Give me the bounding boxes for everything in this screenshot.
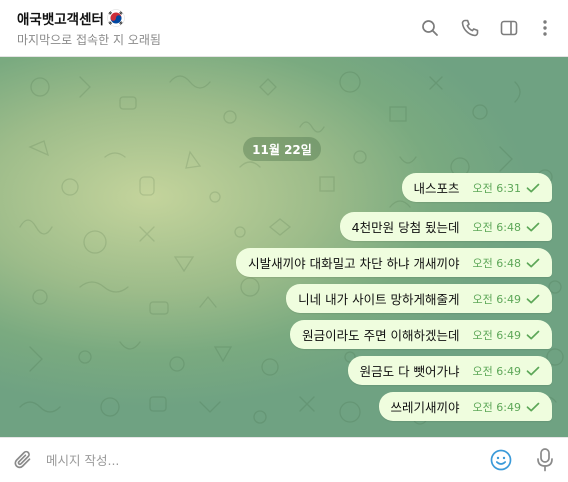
message-text: 내스포츠 <box>413 181 460 196</box>
sent-check-icon <box>526 294 540 303</box>
message-bubble[interactable]: 쓰레기새끼야 오전 6:49 <box>378 392 552 421</box>
message-meta: 오전 6:31 <box>473 180 540 196</box>
message-bubble[interactable]: 원금도 다 뺏어가냐 오전 6:49 <box>347 356 552 385</box>
sent-check-icon <box>526 183 540 192</box>
message-meta: 오전 6:49 <box>473 399 540 415</box>
message-time: 오전 6:49 <box>472 364 521 378</box>
south-korea-flag-icon <box>107 9 125 27</box>
paperclip-icon[interactable] <box>12 448 36 472</box>
message-bubble[interactable]: 니네 내가 사이트 망하게해줄게 오전 6:49 <box>286 284 552 313</box>
message-text: 원금도 다 뺏어가냐 <box>359 364 460 379</box>
message-composer <box>0 437 568 482</box>
date-separator: 11월 22일 <box>243 137 321 161</box>
message-time: 오전 6:49 <box>472 328 521 342</box>
message-text: 4천만원 당첨 됬는데 <box>351 220 460 235</box>
chat-header: 애국뱃고객센터 마지막으로 접속한 지 오래됨 <box>0 0 568 57</box>
message-bubble[interactable]: 시발새끼야 대화밀고 차단 하냐 개새끼야 오전 6:48 <box>236 248 552 277</box>
message-bubble[interactable]: 4천만원 당첨 됬는데 오전 6:48 <box>339 212 552 241</box>
message-meta: 오전 6:49 <box>473 327 540 343</box>
message-time: 오전 6:49 <box>472 400 521 414</box>
sent-check-icon <box>526 330 540 339</box>
message-meta: 오전 6:49 <box>473 363 540 379</box>
message-text: 원금이라도 주면 이해하겠는데 <box>302 328 460 343</box>
chat-name: 애국뱃고객센터 <box>17 12 104 28</box>
search-icon[interactable] <box>419 17 441 39</box>
sent-check-icon <box>526 258 540 267</box>
chat-title[interactable]: 애국뱃고객센터 <box>17 8 125 28</box>
message-text: 쓰레기새끼야 <box>390 400 460 415</box>
message-time: 오전 6:31 <box>472 181 521 195</box>
message-bubble[interactable]: 원금이라도 주면 이해하겠는데 오전 6:49 <box>290 320 552 349</box>
phone-icon[interactable] <box>459 17 481 39</box>
message-time: 오전 6:49 <box>472 292 521 306</box>
message-text: 니네 내가 사이트 망하게해줄게 <box>298 292 460 307</box>
sent-check-icon <box>526 222 540 231</box>
microphone-icon[interactable] <box>534 447 556 473</box>
chat-area[interactable]: 11월 22일 내스포츠 오전 6:31 4천만원 당첨 됬는데 오전 6:48… <box>0 57 568 437</box>
message-bubble[interactable]: 내스포츠 오전 6:31 <box>401 173 552 202</box>
message-time: 오전 6:48 <box>472 220 521 234</box>
emoji-icon[interactable] <box>489 448 513 472</box>
message-time: 오전 6:48 <box>472 256 521 270</box>
message-input[interactable] <box>46 446 466 474</box>
sent-check-icon <box>526 366 540 375</box>
message-meta: 오전 6:49 <box>473 291 540 307</box>
sent-check-icon <box>526 402 540 411</box>
message-meta: 오전 6:48 <box>473 255 540 271</box>
message-text: 시발새끼야 대화밀고 차단 하냐 개새끼야 <box>248 256 460 271</box>
more-vertical-icon[interactable] <box>534 17 556 39</box>
last-seen-status: 마지막으로 접속한 지 오래됨 <box>17 33 161 47</box>
sidebar-toggle-icon[interactable] <box>498 17 520 39</box>
message-meta: 오전 6:48 <box>473 219 540 235</box>
